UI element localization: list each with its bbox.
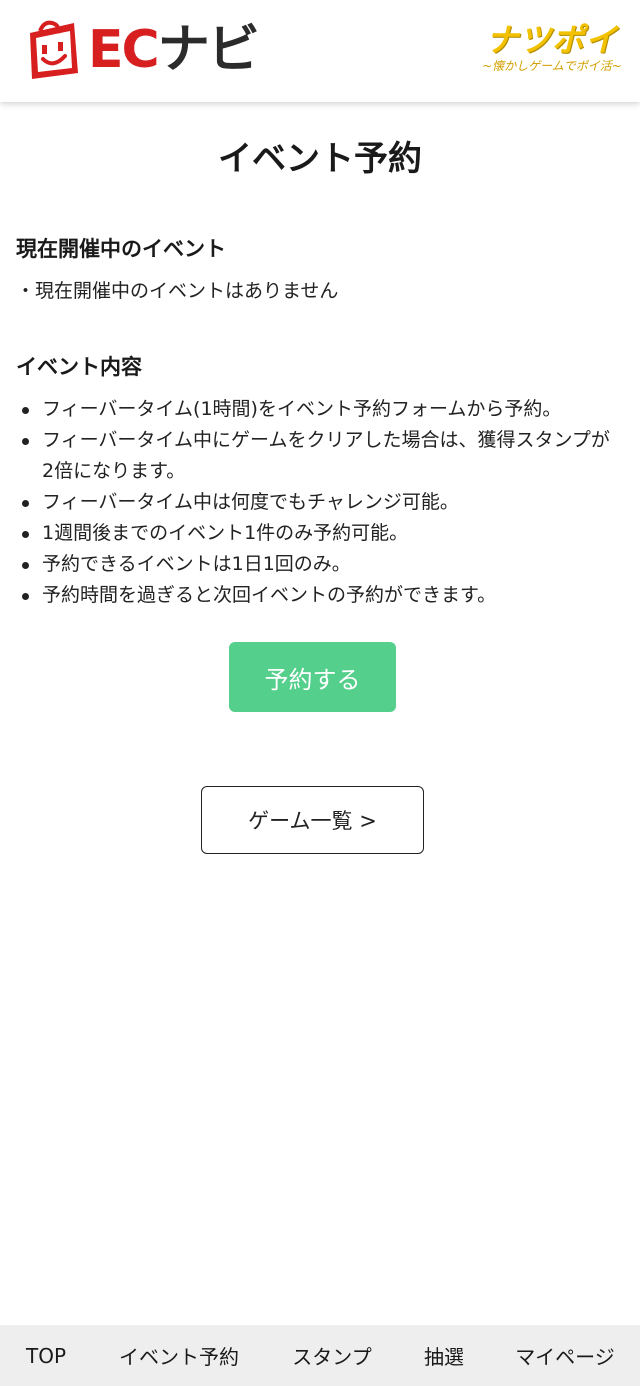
- tab-lottery[interactable]: 抽選: [404, 1325, 484, 1386]
- bullet-icon: [22, 407, 29, 414]
- natsupoi-logo[interactable]: ナツポイ ~懐かしゲームでポイ活~: [482, 22, 622, 74]
- app-header: ECナビ ナツポイ ~懐かしゲームでポイ活~: [0, 0, 640, 102]
- current-event-status: ・現在開催中のイベントはありません: [16, 280, 339, 302]
- bullet-icon: [22, 562, 29, 569]
- event-rules-list: フィーバータイム(1時間)をイベント予約フォームから予約。 フィーバータイム中に…: [20, 394, 620, 611]
- current-event-heading: 現在開催中のイベント: [16, 237, 226, 261]
- list-item: フィーバータイム(1時間)をイベント予約フォームから予約。: [20, 394, 620, 425]
- list-item-text: フィーバータイム中にゲームをクリアした場合は、獲得スタンプが2倍になります。: [42, 429, 610, 482]
- tab-top[interactable]: TOP: [0, 1325, 92, 1386]
- bottom-tab-bar: TOP イベント予約 スタンプ 抽選 マイページ: [0, 1325, 640, 1386]
- reserve-button[interactable]: 予約する: [229, 642, 396, 712]
- page-title: イベント予約: [218, 139, 422, 179]
- game-list-button[interactable]: ゲーム一覧 >: [201, 786, 424, 854]
- list-item: 予約時間を過ぎると次回イベントの予約ができます。: [20, 580, 620, 611]
- bullet-icon: [22, 593, 29, 600]
- ecnavi-logo-navi: ナビ: [157, 20, 260, 80]
- shopping-bag-logo-icon: [30, 20, 78, 79]
- list-item-text: 予約時間を過ぎると次回イベントの予約ができます。: [42, 584, 497, 606]
- bullet-icon: [22, 500, 29, 507]
- list-item-text: 1週間後までのイベント1件のみ予約可能。: [42, 522, 409, 544]
- list-item: フィーバータイム中は何度でもチャレンジ可能。: [20, 487, 620, 518]
- list-item: 1週間後までのイベント1件のみ予約可能。: [20, 518, 620, 549]
- tab-event-reservation[interactable]: イベント予約: [104, 1325, 254, 1386]
- natsupoi-logo-title: ナツポイ: [485, 21, 618, 59]
- tab-mypage[interactable]: マイページ: [498, 1325, 632, 1386]
- event-details-heading: イベント内容: [16, 355, 142, 379]
- ecnavi-logo-text: ECナビ: [88, 24, 260, 76]
- list-item-text: フィーバータイム(1時間)をイベント予約フォームから予約。: [42, 398, 562, 420]
- natsupoi-logo-subtitle: ~懐かしゲームでポイ活~: [482, 59, 622, 73]
- bullet-icon: [22, 531, 29, 538]
- list-item-text: フィーバータイム中は何度でもチャレンジ可能。: [42, 491, 459, 513]
- list-item: フィーバータイム中にゲームをクリアした場合は、獲得スタンプが2倍になります。: [20, 425, 620, 487]
- list-item-text: 予約できるイベントは1日1回のみ。: [42, 553, 351, 575]
- list-item: 予約できるイベントは1日1回のみ。: [20, 549, 620, 580]
- tab-stamp[interactable]: スタンプ: [272, 1325, 392, 1386]
- ecnavi-logo[interactable]: ECナビ: [22, 18, 297, 82]
- bullet-icon: [22, 438, 29, 445]
- ecnavi-logo-ec: EC: [88, 20, 160, 80]
